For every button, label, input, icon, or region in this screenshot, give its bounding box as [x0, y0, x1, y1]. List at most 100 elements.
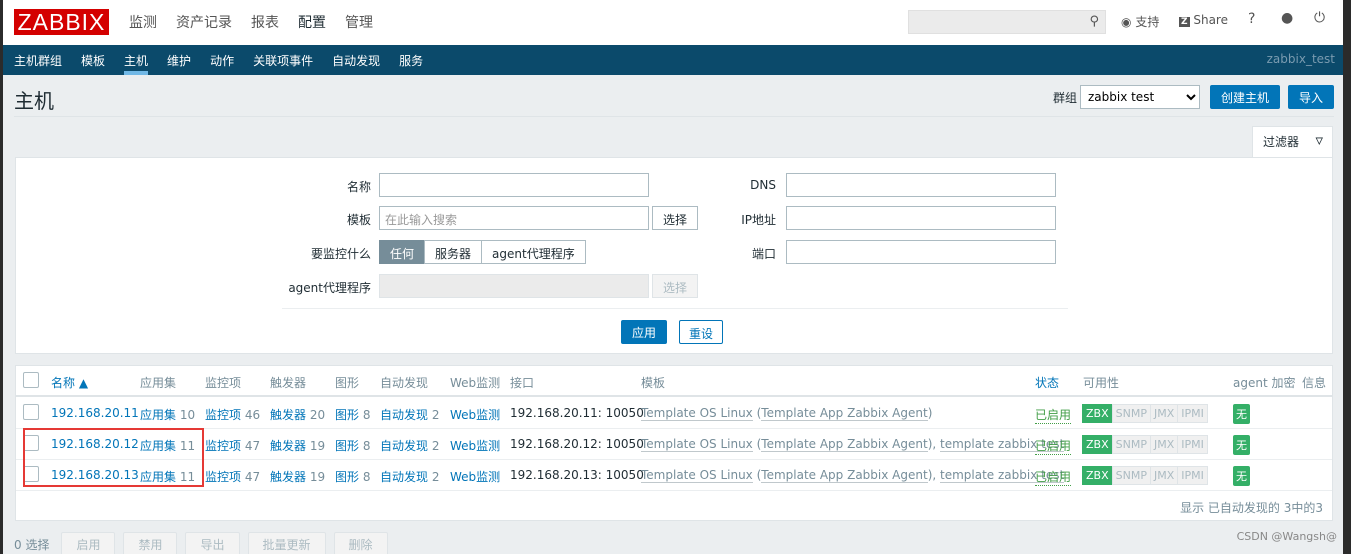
nav-correlation[interactable]: 关联项事件 — [253, 52, 313, 74]
template-link[interactable]: Template App Zabbix Agent — [761, 406, 928, 421]
menu-inventory[interactable]: 资产记录 — [176, 12, 232, 32]
table-row: 192.168.20.12 应用集 11 监控项 47 触发器 19 图形 8 … — [16, 429, 1332, 460]
menu-administration[interactable]: 管理 — [345, 12, 373, 32]
host-name-link[interactable]: 192.168.20.11 — [51, 406, 139, 420]
ip-input[interactable] — [786, 206, 1056, 230]
graphs-link[interactable]: 图形 8 — [335, 408, 370, 422]
nav-maintenance[interactable]: 维护 — [167, 52, 191, 74]
monitored-by-label: 要监控什么 — [310, 247, 371, 261]
proxy-label: agent代理程序 — [288, 281, 371, 295]
availability-jmx: JMX — [1149, 435, 1179, 454]
nav-hosts[interactable]: 主机 — [124, 52, 149, 75]
col-discovery: 自动发现 — [380, 376, 429, 390]
power-icon[interactable]: ⏻ — [1314, 10, 1325, 26]
template-input[interactable]: 在此输入搜索 — [379, 206, 649, 230]
current-user: zabbix_test — [1266, 52, 1335, 66]
col-items: 监控项 — [205, 376, 242, 390]
template-link[interactable]: Template App Zabbix Agent — [761, 468, 928, 483]
interface: 192.168.20.13: 10050 — [510, 468, 644, 482]
nav-templates[interactable]: 模板 — [81, 52, 105, 74]
col-status[interactable]: 状态 — [1035, 374, 1059, 391]
support-link[interactable]: ◉ 支持 — [1121, 13, 1159, 30]
dns-input[interactable] — [786, 173, 1056, 197]
availability-ipmi: IPMI — [1177, 404, 1208, 423]
template-link[interactable]: Template App Zabbix Agent — [761, 437, 928, 452]
web-link[interactable]: Web监测 — [450, 406, 500, 423]
name-label: 名称 — [346, 180, 371, 194]
delete-button[interactable]: 删除 — [333, 532, 388, 554]
items-link[interactable]: 监控项 47 — [205, 470, 260, 484]
divider — [14, 116, 1334, 117]
row-checkbox[interactable] — [23, 404, 39, 420]
zabbix-share-icon: Z — [1179, 17, 1190, 27]
table-row: 192.168.20.13 应用集 11 监控项 47 触发器 19 图形 8 … — [16, 460, 1332, 491]
menu-monitoring[interactable]: 监测 — [129, 12, 157, 32]
select-all-checkbox[interactable] — [23, 372, 39, 388]
mass-actions: 0 选择 启用 禁用 导出 批量更新 删除 — [14, 532, 388, 554]
create-host-button[interactable]: 创建主机 — [1209, 85, 1280, 109]
share-link[interactable]: Z Share — [1179, 13, 1228, 27]
group-select[interactable]: zabbix test — [1079, 85, 1200, 109]
triggers-link[interactable]: 触发器 19 — [270, 439, 325, 453]
user-profile-icon[interactable]: ● — [1281, 10, 1293, 26]
col-name[interactable]: 名称 ▲ — [51, 374, 88, 391]
graphs-link[interactable]: 图形 8 — [335, 470, 370, 484]
nav-discovery[interactable]: 自动发现 — [332, 52, 380, 74]
result-count: 显示 已自动发现的 3中的3 — [1180, 501, 1323, 515]
web-link[interactable]: Web监测 — [450, 468, 500, 485]
menu-reports[interactable]: 报表 — [251, 12, 279, 32]
nav-host-groups[interactable]: 主机群组 — [14, 52, 62, 74]
zabbix-logo[interactable]: ZABBIX — [14, 9, 109, 35]
menu-configuration[interactable]: 配置 — [298, 12, 326, 52]
applications-link[interactable]: 应用集 10 — [140, 408, 195, 422]
nav-actions[interactable]: 动作 — [210, 52, 234, 74]
discovery-link[interactable]: 自动发现 2 — [380, 439, 439, 453]
template-select-button[interactable]: 选择 — [652, 206, 699, 230]
col-graphs: 图形 — [335, 376, 360, 390]
monitored-server[interactable]: 服务器 — [424, 240, 483, 264]
discovery-link[interactable]: 自动发现 2 — [380, 470, 439, 484]
name-input[interactable] — [379, 173, 649, 197]
disable-button[interactable]: 禁用 — [123, 532, 178, 554]
enable-button[interactable]: 启用 — [61, 532, 116, 554]
nav-services[interactable]: 服务 — [399, 52, 423, 74]
template-link[interactable]: Template OS Linux — [641, 468, 753, 483]
col-encryption: agent 加密 — [1233, 376, 1296, 390]
reset-button[interactable]: 重设 — [679, 320, 724, 344]
items-link[interactable]: 监控项 47 — [205, 439, 260, 453]
monitored-proxy[interactable]: agent代理程序 — [481, 240, 586, 264]
monitored-any[interactable]: 任何 — [379, 240, 426, 264]
import-button[interactable]: 导入 — [1287, 85, 1334, 109]
web-link[interactable]: Web监测 — [450, 437, 500, 454]
status-toggle[interactable]: 已启用 — [1035, 406, 1072, 424]
help-icon[interactable]: ? — [1248, 11, 1255, 27]
template-link[interactable]: Template OS Linux — [641, 406, 753, 421]
items-link[interactable]: 监控项 46 — [205, 408, 260, 422]
templates: Template OS Linux (Template App Zabbix A… — [641, 406, 933, 421]
search-icon[interactable]: ⚲ — [1089, 14, 1099, 29]
col-triggers: 触发器 — [270, 376, 307, 390]
discovery-link[interactable]: 自动发现 2 — [380, 408, 439, 422]
graphs-link[interactable]: 图形 8 — [335, 439, 370, 453]
availability-zbx: ZBX — [1082, 404, 1113, 423]
template-label: 模板 — [346, 213, 371, 227]
availability-snmp: SNMP — [1111, 466, 1151, 485]
triggers-link[interactable]: 触发器 19 — [270, 470, 325, 484]
availability-jmx: JMX — [1149, 466, 1179, 485]
global-search-input[interactable]: ⚲ — [908, 10, 1106, 34]
sub-nav: 主机群组 模板 主机 维护 动作 关联项事件 自动发现 服务 zabbix_te… — [3, 45, 1343, 75]
apply-button[interactable]: 应用 — [621, 320, 668, 344]
status-toggle[interactable]: 已启用 — [1035, 437, 1072, 455]
monitored-by-toggle: 任何 服务器 agent代理程序 — [379, 240, 586, 264]
status-toggle[interactable]: 已启用 — [1035, 468, 1072, 486]
group-label: 群组 — [1052, 90, 1077, 105]
availability-badges: ZBX SNMP JMX IPMI — [1082, 435, 1208, 454]
mass-update-button[interactable]: 批量更新 — [247, 532, 326, 554]
header-controls: 群组 zabbix test 创建主机 导入 — [1053, 85, 1334, 109]
proxy-input — [379, 274, 649, 298]
export-button[interactable]: 导出 — [185, 532, 240, 554]
filter-tab[interactable]: 过滤器 ▿ — [1252, 126, 1333, 158]
port-input[interactable] — [786, 240, 1056, 264]
triggers-link[interactable]: 触发器 20 — [270, 408, 325, 422]
template-link[interactable]: Template OS Linux — [641, 437, 753, 452]
